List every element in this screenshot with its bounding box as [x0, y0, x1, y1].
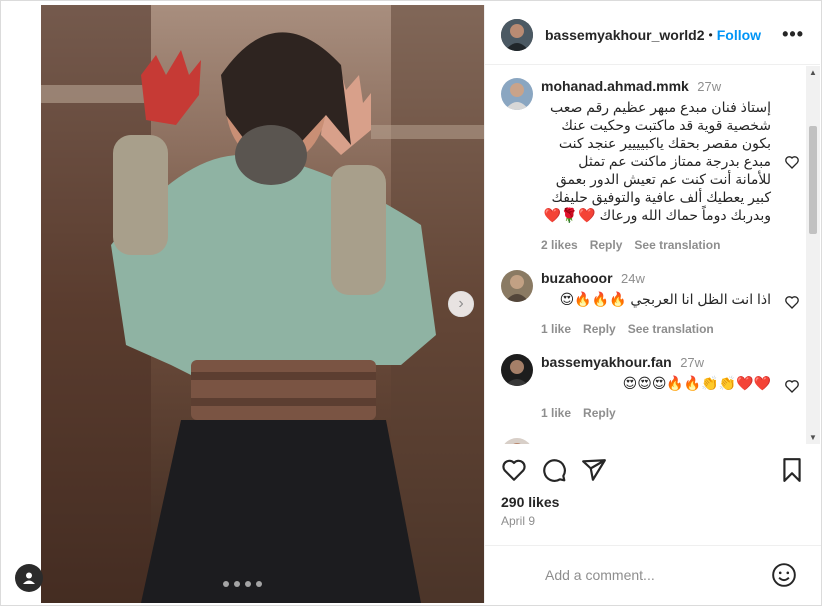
next-slide-button[interactable]: ›	[448, 291, 474, 317]
commenter-avatar[interactable]	[501, 78, 533, 110]
commenter-avatar[interactable]	[501, 438, 533, 444]
avatar-image	[501, 354, 533, 386]
see-translation-button[interactable]: See translation	[634, 238, 720, 252]
see-translation-button[interactable]: See translation	[628, 322, 714, 336]
comment-header: mohanad.ahmad.mmk 27w	[541, 78, 771, 96]
tagged-users-button[interactable]	[15, 564, 43, 592]
avatar-image	[501, 18, 533, 51]
comment-meta: 1 like Reply	[541, 406, 771, 420]
follow-button[interactable]: Follow	[717, 27, 761, 43]
carousel-indicator	[223, 581, 262, 587]
heart-icon[interactable]	[784, 294, 800, 310]
avatar-image	[501, 270, 533, 302]
reply-button[interactable]: Reply	[583, 406, 616, 420]
comment-time[interactable]: 24w	[621, 271, 645, 286]
post-image[interactable]	[41, 5, 484, 603]
reply-button[interactable]: Reply	[590, 238, 623, 252]
comment-header: bassemyakhour.fan 27w	[541, 354, 771, 372]
post-header: bassemyakhour_world2 • Follow •••	[485, 5, 820, 65]
comment-likes[interactable]: 2 likes	[541, 238, 578, 252]
comment-body: bassemyakhour.fan 27w ❤️❤️👏👏🔥🔥😍😍😍 1 like…	[541, 354, 771, 420]
comment-likes[interactable]: 1 like	[541, 322, 571, 336]
comment-icon[interactable]	[541, 457, 567, 483]
comment-time[interactable]: 27w	[697, 79, 721, 94]
carousel-dot	[245, 581, 251, 587]
scroll-up-icon[interactable]: ▲	[809, 68, 817, 77]
comment-text: اذا انت الظل انا العربجي 🔥🔥🔥😍	[559, 291, 771, 307]
avatar-image	[501, 438, 533, 444]
reply-button[interactable]: Reply	[583, 322, 616, 336]
bookmark-icon[interactable]	[779, 457, 805, 483]
comment-text: ❤️❤️👏👏🔥🔥😍😍😍	[622, 375, 771, 391]
comment-input[interactable]	[545, 566, 805, 583]
post-modal: › bassemyakhour_world2 • Follow ••• moha…	[0, 0, 822, 606]
post-date[interactable]: April 9	[501, 514, 535, 528]
carousel-dot	[256, 581, 262, 587]
avatar-image	[501, 78, 533, 110]
comment-username[interactable]: mohanad.ahmad.mmk	[541, 78, 689, 94]
separator-dot: •	[708, 27, 713, 42]
likes-count[interactable]: 290 likes	[501, 494, 559, 510]
comment-username[interactable]: buzahooor	[541, 270, 613, 286]
comment-likes[interactable]: 1 like	[541, 406, 571, 420]
author-avatar[interactable]	[501, 18, 533, 51]
commenter-avatar[interactable]	[501, 270, 533, 302]
comment-meta: 2 likes Reply See translation	[541, 238, 771, 252]
comment-header: buzahooor 24w	[541, 270, 771, 288]
carousel-dot	[223, 581, 229, 587]
post-actions	[501, 457, 801, 487]
comments-list: mohanad.ahmad.mmk 27w إستاذ فنان مبدع مب…	[485, 66, 805, 444]
comment-username[interactable]: bassemyakhour.fan	[541, 354, 672, 370]
carousel-dot	[234, 581, 240, 587]
heart-icon[interactable]	[784, 154, 800, 170]
emoji-icon[interactable]	[771, 562, 797, 588]
add-comment-bar	[485, 545, 821, 603]
comment-body: mohanad.ahmad.mmk 27w إستاذ فنان مبدع مب…	[541, 78, 771, 252]
heart-icon[interactable]	[784, 378, 800, 394]
user-icon	[23, 572, 35, 584]
like-icon[interactable]	[501, 457, 527, 483]
comment-meta: 1 like Reply See translation	[541, 322, 771, 336]
chevron-right-icon: ›	[458, 295, 464, 312]
share-icon[interactable]	[581, 457, 607, 483]
comment-body: buzahooor 24w اذا انت الظل انا العربجي 🔥…	[541, 270, 771, 336]
commenter-avatar[interactable]	[501, 354, 533, 386]
post-side-panel: bassemyakhour_world2 • Follow ••• mohana…	[484, 5, 821, 603]
comment-time[interactable]: 27w	[680, 355, 704, 370]
comment-text: إستاذ فنان مبدع مبهر عظيم رقم صعب شخصية …	[543, 99, 772, 223]
more-options-button[interactable]: •••	[782, 24, 804, 45]
scroll-down-icon[interactable]: ▼	[809, 433, 817, 442]
comments-scrollbar[interactable]: ▲ ▼	[806, 66, 820, 444]
post-photo-illustration	[41, 5, 484, 603]
scrollbar-thumb[interactable]	[809, 126, 817, 234]
author-username[interactable]: bassemyakhour_world2	[545, 27, 705, 43]
